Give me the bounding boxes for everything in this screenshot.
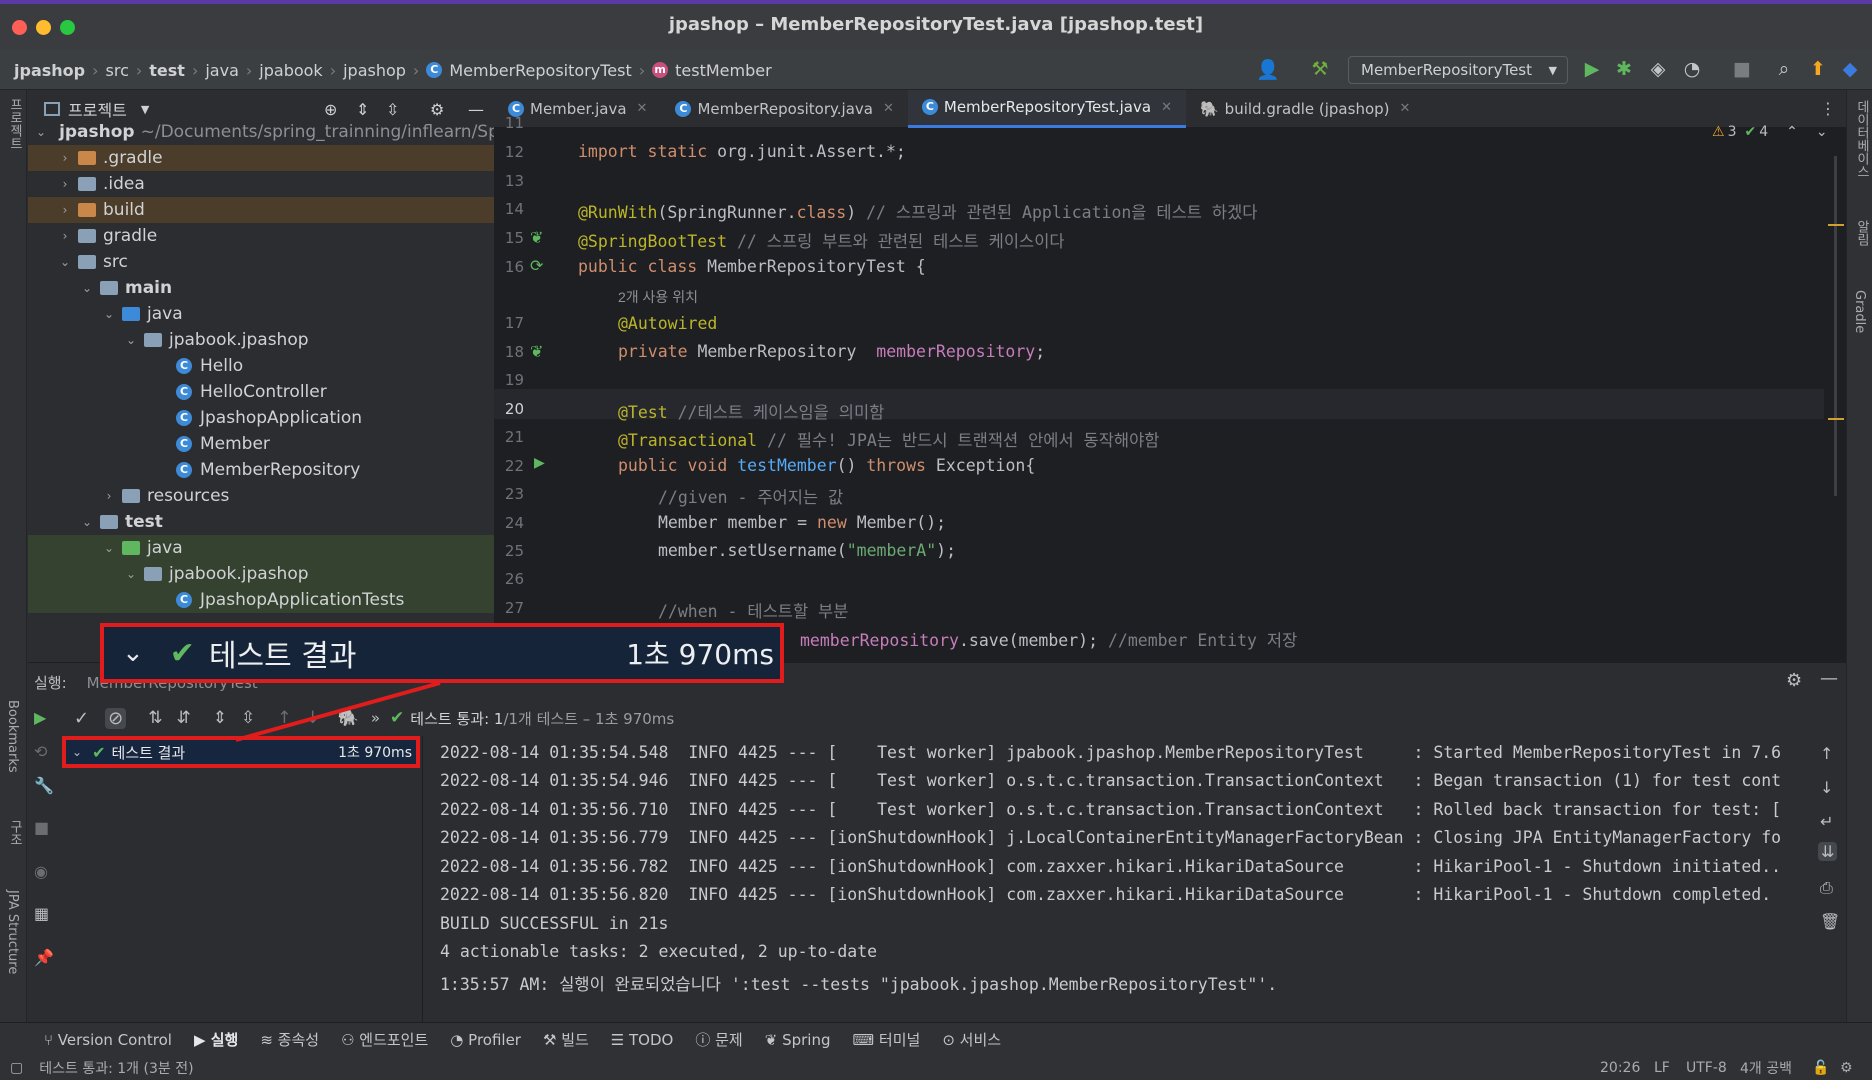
hammer-icon: ⚒: [542, 1031, 562, 1049]
tab-label: 서비스: [959, 1031, 1002, 1049]
tab-terminal[interactable]: ⌨ 터미널: [852, 1029, 920, 1050]
tab-profiler[interactable]: ◔ Profiler: [450, 1031, 521, 1049]
callout-connector: [235, 681, 441, 742]
endpoints-icon: ⚇: [341, 1031, 360, 1049]
tab-label: 종속성: [277, 1031, 320, 1049]
services-icon: ⊙: [942, 1031, 960, 1049]
line-separator[interactable]: LF: [1654, 1060, 1670, 1076]
list-icon: ☰: [610, 1030, 630, 1049]
chevron-down-icon: ⌄: [122, 638, 144, 668]
tab-run[interactable]: ▶ 실행: [194, 1029, 238, 1050]
tab-problems[interactable]: ⓘ 문제: [695, 1029, 742, 1050]
info-icon: ⓘ: [695, 1031, 716, 1049]
tab-label: 문제: [715, 1031, 743, 1049]
tab-version-control[interactable]: ⑂ Version Control: [44, 1031, 172, 1049]
layers-icon: ≋: [260, 1031, 278, 1049]
tab-label: 터미널: [878, 1031, 921, 1049]
tab-label: Spring: [782, 1030, 831, 1049]
zoomed-test-result: ⌄ ✔ 테스트 결과 1초 970ms: [100, 623, 784, 683]
tab-label: Profiler: [468, 1030, 521, 1049]
pass-check-icon: ✔: [169, 635, 195, 671]
branch-icon: ⑂: [44, 1030, 58, 1049]
spring-icon: ❦: [764, 1030, 783, 1049]
tab-build[interactable]: ⚒ 빌드: [543, 1029, 589, 1050]
status-bar: ▢ 테스트 통과: 1개 (3분 전) 20:26 LF UTF-8 4개 공백…: [0, 1056, 1872, 1080]
settings-icon[interactable]: ⚙: [1840, 1060, 1853, 1076]
zoomed-result-time: 1초 970ms: [626, 638, 774, 671]
tab-dependencies[interactable]: ≋ 종속성: [260, 1029, 319, 1050]
tab-label: 실행: [210, 1031, 239, 1049]
tab-spring[interactable]: ❦ Spring: [765, 1031, 831, 1049]
tab-label: Version Control: [57, 1030, 172, 1049]
panel-toggle-icon[interactable]: ▢: [10, 1060, 23, 1076]
file-encoding[interactable]: UTF-8: [1686, 1060, 1727, 1076]
lock-icon[interactable]: 🔓: [1812, 1060, 1829, 1076]
run-icon: ▶: [193, 1031, 211, 1049]
tab-label: 빌드: [561, 1031, 589, 1049]
status-message[interactable]: 테스트 통과: 1개 (3분 전): [39, 1058, 193, 1078]
terminal-icon: ⌨: [852, 1031, 879, 1049]
tab-endpoints[interactable]: ⚇ 엔드포인트: [341, 1029, 428, 1050]
indent-setting[interactable]: 4개 공백: [1740, 1058, 1792, 1078]
zoomed-result-label: 테스트 결과: [208, 639, 357, 674]
caret-position[interactable]: 20:26: [1600, 1060, 1640, 1076]
tab-todo[interactable]: ☰ TODO: [611, 1031, 674, 1049]
profiler-icon: ◔: [450, 1030, 469, 1049]
bottom-tool-tabs: ⑂ Version Control ▶ 실행 ≋ 종속성 ⚇ 엔드포인트 ◔ P…: [0, 1022, 1872, 1056]
tab-label: TODO: [629, 1030, 674, 1049]
tab-label: 엔드포인트: [359, 1031, 429, 1049]
tab-services[interactable]: ⊙ 서비스: [942, 1029, 1001, 1050]
